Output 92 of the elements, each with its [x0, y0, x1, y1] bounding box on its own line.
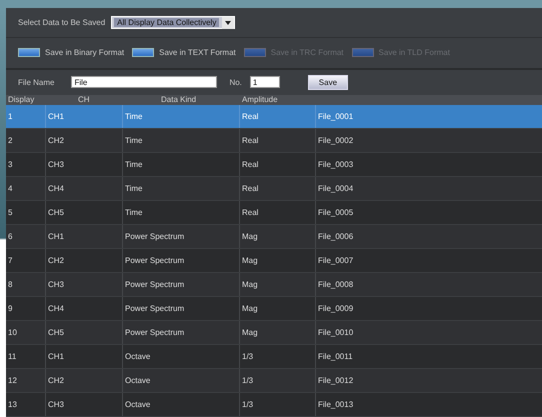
table-cell: Time [123, 104, 240, 128]
table-cell-text: File_0010 [317, 326, 354, 339]
table-cell: Time [123, 128, 240, 152]
table-row[interactable]: 5 CH5 Time Real File_0005 [6, 200, 542, 225]
table-cell: Mag [240, 248, 316, 272]
table-cell: 6 [6, 224, 46, 248]
table-cell-text: File_0008 [317, 278, 354, 291]
table-cell-text: File_0009 [317, 302, 354, 315]
number-label: No. [229, 78, 242, 87]
table-cell: Power Spectrum [123, 224, 240, 248]
table-cell-text: File_0002 [317, 134, 354, 147]
table-cell: 1/3 [240, 392, 316, 416]
table-cell-text: File_0007 [317, 254, 354, 267]
table-cell: 3 [6, 152, 46, 176]
column-header: Display [7, 95, 36, 104]
table-row[interactable]: 8 CH3 Power Spectrum Mag File_0008 [6, 272, 542, 297]
table-cell: Octave [123, 368, 240, 392]
table-cell: CH5 [46, 320, 123, 344]
table-cell-text: File_0011 [317, 350, 354, 363]
table-cell: Time [123, 176, 240, 200]
table-row[interactable]: 2 CH2 Time Real File_0002 [6, 128, 542, 153]
table-cell: 13 [6, 392, 46, 416]
select-data-label: Select Data to Be Saved [18, 18, 106, 28]
table-cell: CH2 [46, 248, 123, 272]
table-cell: 1 [6, 104, 46, 128]
format-toggle[interactable]: Save in Binary Format [18, 48, 124, 58]
table-cell-text: File_0005 [317, 206, 354, 219]
column-header: CH [77, 95, 91, 104]
table-cell: Power Spectrum [123, 296, 240, 320]
save-button[interactable]: Save [308, 74, 348, 90]
file-name-label: File Name [18, 78, 54, 87]
table-cell: 9 [6, 296, 46, 320]
table-cell: Mag [240, 224, 316, 248]
table-cell: Real [240, 200, 316, 224]
table-cell: Mag [240, 320, 316, 344]
table-row[interactable]: 7 CH2 Power Spectrum Mag File_0007 [6, 248, 542, 273]
file-name-field[interactable]: File [71, 76, 218, 88]
table-cell-text: File_0003 [317, 158, 354, 171]
table-cell: Mag [240, 296, 316, 320]
table-cell: 2 [6, 128, 46, 152]
table-row[interactable]: 3 CH3 Time Real File_0003 [6, 152, 542, 177]
table-cell: 4 [6, 176, 46, 200]
table-cell: Mag [240, 272, 316, 296]
table-row[interactable]: 13 CH3 Octave 1/3 File_0013 [6, 392, 542, 417]
table-cell: CH2 [46, 368, 123, 392]
table-cell: Time [123, 152, 240, 176]
table-cell: CH2 [46, 128, 123, 152]
table-cell: CH3 [46, 152, 123, 176]
table-cell: Real [240, 128, 316, 152]
table-cell-text: File_0012 [317, 374, 354, 387]
table-cell-text: File_0013 [317, 398, 354, 411]
table-cell-text: File_0004 [317, 182, 354, 195]
column-header: Amplitude [241, 95, 279, 104]
table-cell: CH1 [46, 344, 123, 368]
table-row[interactable]: 1 CH1 Time Real File_0001 [6, 104, 542, 129]
table-cell: 10 [6, 320, 46, 344]
table-cell: Octave [123, 392, 240, 416]
table-cell: Real [240, 104, 316, 128]
table-cell: 7 [6, 248, 46, 272]
caret-icon [222, 16, 234, 29]
table-row[interactable]: 4 CH4 Time Real File_0004 [6, 176, 542, 201]
table-cell: 8 [6, 272, 46, 296]
table-cell: Time [123, 200, 240, 224]
column-header: Data Kind [160, 95, 198, 104]
table-cell: Power Spectrum [123, 272, 240, 296]
table-cell: Octave [123, 344, 240, 368]
table-cell: CH5 [46, 200, 123, 224]
table-cell: Power Spectrum [123, 320, 240, 344]
table-cell: 5 [6, 200, 46, 224]
table-cell: 12 [6, 368, 46, 392]
table-cell: CH1 [46, 104, 123, 128]
data-dropdown[interactable]: All Display Data Collectively [111, 16, 236, 30]
table-cell: Real [240, 152, 316, 176]
table-cell: CH3 [46, 272, 123, 296]
table-cell: Power Spectrum [123, 248, 240, 272]
table-cell: CH1 [46, 224, 123, 248]
table-cell: CH4 [46, 176, 123, 200]
table-row[interactable]: 11 CH1 Octave 1/3 File_0011 [6, 344, 542, 369]
table-cell: 1/3 [240, 368, 316, 392]
table-row[interactable]: 6 CH1 Power Spectrum Mag File_0006 [6, 224, 542, 249]
format-toggle[interactable]: Save in TEXT Format [132, 48, 236, 58]
table-cell: 11 [6, 344, 46, 368]
table-cell: Real [240, 176, 316, 200]
table-cell: 1/3 [240, 344, 316, 368]
table-row[interactable]: 9 CH4 Power Spectrum Mag File_0009 [6, 296, 542, 321]
table-cell: CH3 [46, 392, 123, 416]
table-row[interactable]: 10 CH5 Power Spectrum Mag File_0010 [6, 320, 542, 345]
number-field[interactable]: 1 [250, 76, 280, 88]
table-row[interactable]: 12 CH2 Octave 1/3 File_0012 [6, 368, 542, 393]
table-cell-text: File_0006 [317, 230, 354, 243]
table-cell-text: File_0001 [317, 110, 354, 123]
table-cell: CH4 [46, 296, 123, 320]
